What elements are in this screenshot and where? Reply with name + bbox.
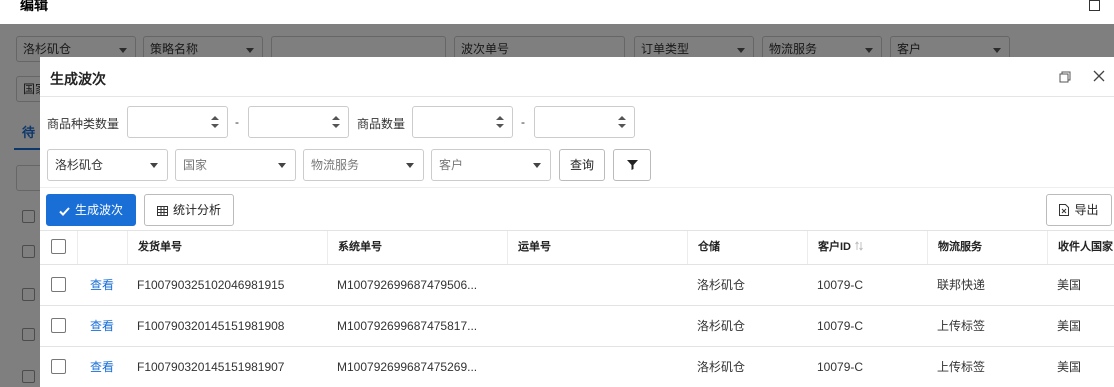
cell-logistics: 上传标签 xyxy=(937,360,986,374)
statistics-button[interactable]: 统计分析 xyxy=(144,194,234,226)
table-row[interactable]: 查看 F100790320145151981908 M1007926996874… xyxy=(40,306,1114,347)
logistics-service-placeholder: 物流服务 xyxy=(311,158,360,172)
column-header-system-no[interactable]: 系统单号 xyxy=(327,231,507,264)
row-checkbox[interactable] xyxy=(51,277,66,292)
cell-logistics: 上传标签 xyxy=(937,319,986,333)
dialog-header: 生成波次 xyxy=(40,57,1114,97)
column-header-logistics[interactable]: 物流服务 xyxy=(927,231,1047,264)
dialog-title: 生成波次 xyxy=(50,71,106,87)
spinner-arrows-icon[interactable] xyxy=(211,114,219,130)
sku-kind-max-input[interactable] xyxy=(248,106,349,138)
column-header-customer-id[interactable]: 客户ID xyxy=(807,231,927,264)
cell-logistics: 联邦快递 xyxy=(937,278,986,292)
cell-system-no: M100792699687479506... xyxy=(337,278,478,292)
filter-button[interactable] xyxy=(613,149,651,181)
chevron-down-icon xyxy=(278,163,286,168)
warehouse-select-value: 洛杉矶仓 xyxy=(55,158,104,172)
cell-customer-id: 10079-C xyxy=(817,360,864,374)
logistics-service-select[interactable]: 物流服务 xyxy=(303,149,424,181)
cell-warehouse: 洛杉矶仓 xyxy=(697,278,746,292)
check-icon xyxy=(59,207,70,216)
column-header-ship-no[interactable]: 发货单号 xyxy=(127,231,327,264)
editor-title: 编辑 xyxy=(20,0,48,13)
customer-select-placeholder: 客户 xyxy=(439,158,464,172)
export-label: 导出 xyxy=(1074,203,1099,217)
spinner-arrows-icon[interactable] xyxy=(618,114,626,130)
cell-warehouse: 洛杉矶仓 xyxy=(697,319,746,333)
customer-select[interactable]: 客户 xyxy=(431,149,551,181)
range-dash: - xyxy=(521,115,525,129)
item-qty-label: 商品数量 xyxy=(357,117,406,131)
close-icon[interactable] xyxy=(1092,69,1106,83)
column-header-recipient-country[interactable]: 收件人国家 xyxy=(1047,231,1114,264)
customer-id-header-label: 客户ID xyxy=(818,241,851,253)
cell-system-no: M100792699687475269... xyxy=(337,360,478,374)
view-link[interactable]: 查看 xyxy=(80,306,127,346)
filter-divider xyxy=(40,187,1114,188)
cell-customer-id: 10079-C xyxy=(817,278,864,292)
query-button-label: 查询 xyxy=(569,158,594,172)
cell-warehouse: 洛杉矶仓 xyxy=(697,360,746,374)
range-dash: - xyxy=(235,115,239,129)
view-link[interactable]: 查看 xyxy=(80,265,127,305)
grid-table-icon xyxy=(156,206,168,216)
generate-wave-dialog: 生成波次 商品种类数量 - 商品数量 - 洛杉矶仓 国家 物流服务 客户 查询 xyxy=(40,57,1114,387)
cell-ship-no: F100790325102046981915 xyxy=(137,278,285,292)
item-qty-max-input[interactable] xyxy=(534,106,635,138)
chevron-down-icon xyxy=(150,163,158,168)
header-checkbox-cell xyxy=(40,231,77,264)
generate-wave-button[interactable]: 生成波次 xyxy=(46,194,136,226)
select-all-checkbox[interactable] xyxy=(51,239,66,254)
cell-country: 美国 xyxy=(1057,278,1082,292)
column-header-warehouse[interactable]: 仓储 xyxy=(687,231,807,264)
export-file-icon xyxy=(1059,204,1070,216)
filter-icon xyxy=(626,160,638,170)
table-row[interactable]: 查看 F100790320145151981907 M1007926996874… xyxy=(40,347,1114,387)
cell-ship-no: F100790320145151981907 xyxy=(137,360,285,374)
maximize-icon[interactable] xyxy=(1089,0,1100,11)
view-link[interactable]: 查看 xyxy=(80,347,127,387)
export-button[interactable]: 导出 xyxy=(1046,194,1112,226)
spinner-arrows-icon[interactable] xyxy=(332,114,340,130)
country-select[interactable]: 国家 xyxy=(175,149,296,181)
cell-system-no: M100792699687475817... xyxy=(337,319,478,333)
country-select-placeholder: 国家 xyxy=(183,158,208,172)
sort-icon[interactable] xyxy=(855,241,863,251)
generate-wave-label: 生成波次 xyxy=(74,203,123,217)
row-checkbox[interactable] xyxy=(51,359,66,374)
statistics-label: 统计分析 xyxy=(172,203,221,217)
cell-country: 美国 xyxy=(1057,319,1082,333)
cell-customer-id: 10079-C xyxy=(817,319,864,333)
spinner-arrows-icon[interactable] xyxy=(496,114,504,130)
restore-window-icon[interactable] xyxy=(1059,71,1071,83)
chevron-down-icon xyxy=(406,163,414,168)
editor-titlebar: 编辑 xyxy=(0,0,1114,24)
sku-kind-count-label: 商品种类数量 xyxy=(47,117,120,131)
table-row[interactable]: 查看 F100790325102046981915 M1007926996874… xyxy=(40,265,1114,306)
cell-waybill-no xyxy=(507,306,687,346)
sku-kind-min-input[interactable] xyxy=(127,106,228,138)
item-qty-min-input[interactable] xyxy=(412,106,513,138)
cell-waybill-no xyxy=(507,265,687,305)
table-header: 发货单号 系统单号 运单号 仓储 客户ID 物流服务 收件人国家 xyxy=(40,230,1114,265)
query-button[interactable]: 查询 xyxy=(559,149,605,181)
cell-waybill-no xyxy=(507,347,687,387)
cell-country: 美国 xyxy=(1057,360,1082,374)
column-header-waybill-no[interactable]: 运单号 xyxy=(507,231,687,264)
row-checkbox[interactable] xyxy=(51,318,66,333)
warehouse-select[interactable]: 洛杉矶仓 xyxy=(47,149,168,181)
column-header-action xyxy=(77,231,127,264)
chevron-down-icon xyxy=(533,163,541,168)
cell-ship-no: F100790320145151981908 xyxy=(137,319,285,333)
